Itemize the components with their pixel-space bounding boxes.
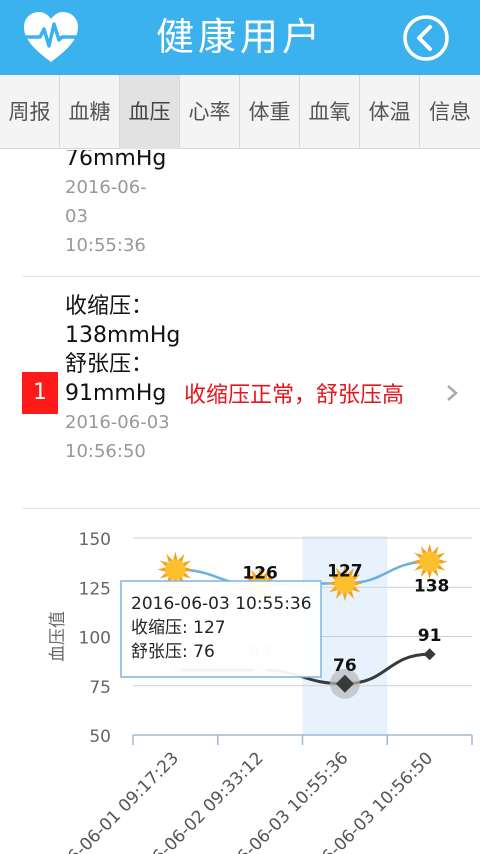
tooltip-line: 2016-06-03 10:55:36 xyxy=(131,594,312,614)
record-date: 2016-06-03 xyxy=(65,177,147,227)
tooltip-line: 舒张压: 76 xyxy=(131,642,215,662)
y-tick-label: 125 xyxy=(79,579,111,599)
tab-heart-rate[interactable]: 心率 xyxy=(180,75,240,149)
blood-pressure-chart[interactable]: 5075100125150血压值16-06-01 09:17:2316-06-0… xyxy=(0,509,480,854)
y-tick-label: 150 xyxy=(79,530,111,550)
systolic-value: 138mmHg xyxy=(65,323,181,348)
alert-badge: 1 xyxy=(22,372,58,414)
diastolic-point xyxy=(423,648,436,661)
tab-weekly[interactable]: 周报 xyxy=(0,75,60,149)
tab-blood-oxygen[interactable]: 血氧 xyxy=(300,75,360,149)
diastolic-data-label: 91 xyxy=(418,626,442,646)
y-tick-label: 50 xyxy=(89,727,111,747)
diastolic-label: 舒张压： xyxy=(65,352,154,377)
systolic-label: 收缩压： xyxy=(65,294,154,319)
record-time: 10:56:50 xyxy=(65,441,146,462)
diastolic-data-label: 76 xyxy=(333,656,357,676)
record-date: 2016-06-03 xyxy=(65,412,170,433)
y-tick-label: 75 xyxy=(89,678,111,698)
record-time: 10:55:36 xyxy=(65,235,146,256)
systolic-point-sun-icon xyxy=(411,543,448,580)
y-tick-label: 100 xyxy=(79,629,111,649)
systolic-data-label: 138 xyxy=(414,577,450,597)
chevron-right-icon xyxy=(447,385,458,401)
tab-info[interactable]: 信息 xyxy=(420,75,480,149)
tab-blood-pressure[interactable]: 血压 xyxy=(120,75,180,149)
tooltip-line: 收缩压: 127 xyxy=(131,618,226,638)
systolic-data-label: 127 xyxy=(327,561,363,581)
app-header: 健康用户 xyxy=(0,0,480,75)
status-text: 收缩压正常，舒张压高 xyxy=(184,383,405,408)
diastolic-value: 76mmHg xyxy=(65,150,167,171)
back-arrow-icon[interactable] xyxy=(402,14,450,62)
diastolic-value: 91mmHg xyxy=(65,381,167,406)
tab-bar: 周报 血糖 血压 心率 体重 血氧 体温 信息 xyxy=(0,75,480,149)
list-item[interactable]: 76mmHg 2016-06-03 10:55:36 xyxy=(22,150,480,277)
y-axis-label: 血压值 xyxy=(48,611,68,662)
tab-weight[interactable]: 体重 xyxy=(240,75,300,149)
tab-temperature[interactable]: 体温 xyxy=(360,75,420,149)
tab-blood-sugar[interactable]: 血糖 xyxy=(60,75,120,149)
record-list[interactable]: 76mmHg 2016-06-03 10:55:36 收缩压： 138mmHg … xyxy=(0,150,480,854)
